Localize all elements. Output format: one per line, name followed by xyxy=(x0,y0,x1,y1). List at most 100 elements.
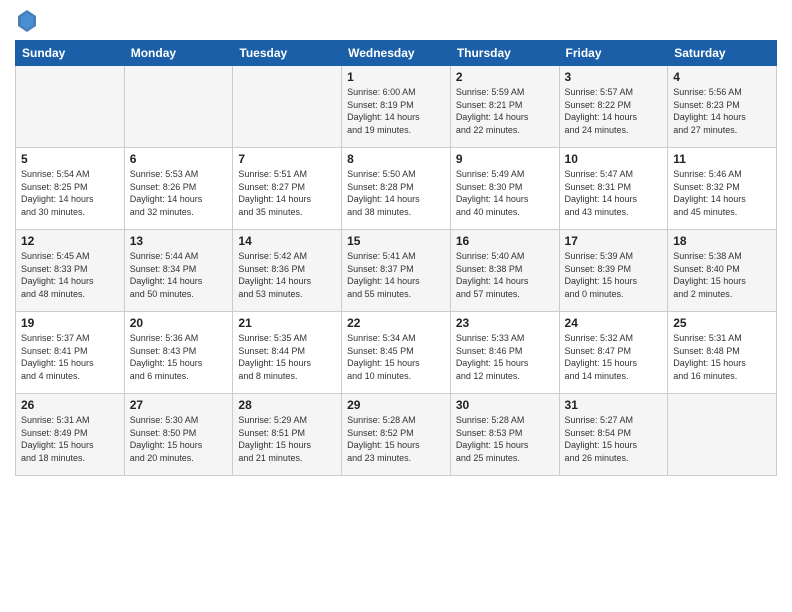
calendar-week-row: 5 Sunrise: 5:54 AM Sunset: 8:25 PM Daylig… xyxy=(16,148,777,230)
calendar-cell: 3 Sunrise: 5:57 AM Sunset: 8:22 PM Daylig… xyxy=(559,66,668,148)
day-number: 12 xyxy=(21,234,119,248)
day-number: 16 xyxy=(456,234,554,248)
calendar-cell: 14 Sunrise: 5:42 AM Sunset: 8:36 PM Dayli… xyxy=(233,230,342,312)
calendar-cell: 13 Sunrise: 5:44 AM Sunset: 8:34 PM Dayli… xyxy=(124,230,233,312)
day-info: Sunrise: 5:31 AM Sunset: 8:49 PM Dayligh… xyxy=(21,414,119,464)
day-header-wednesday: Wednesday xyxy=(342,41,451,66)
day-info: Sunrise: 5:30 AM Sunset: 8:50 PM Dayligh… xyxy=(130,414,228,464)
day-info: Sunrise: 5:56 AM Sunset: 8:23 PM Dayligh… xyxy=(673,86,771,136)
day-info: Sunrise: 5:36 AM Sunset: 8:43 PM Dayligh… xyxy=(130,332,228,382)
day-number: 19 xyxy=(21,316,119,330)
day-number: 24 xyxy=(565,316,663,330)
day-number: 8 xyxy=(347,152,445,166)
day-info: Sunrise: 5:42 AM Sunset: 8:36 PM Dayligh… xyxy=(238,250,336,300)
calendar-cell: 25 Sunrise: 5:31 AM Sunset: 8:48 PM Dayli… xyxy=(668,312,777,394)
calendar-cell: 11 Sunrise: 5:46 AM Sunset: 8:32 PM Dayli… xyxy=(668,148,777,230)
calendar-cell: 22 Sunrise: 5:34 AM Sunset: 8:45 PM Dayli… xyxy=(342,312,451,394)
day-info: Sunrise: 5:57 AM Sunset: 8:22 PM Dayligh… xyxy=(565,86,663,136)
day-info: Sunrise: 5:32 AM Sunset: 8:47 PM Dayligh… xyxy=(565,332,663,382)
day-number: 7 xyxy=(238,152,336,166)
calendar-cell: 30 Sunrise: 5:28 AM Sunset: 8:53 PM Dayli… xyxy=(450,394,559,476)
calendar-cell: 18Sunrise: 5:38 AM Sunset: 8:40 PM Dayli… xyxy=(668,230,777,312)
calendar-week-row: 1Sunrise: 6:00 AM Sunset: 8:19 PM Daylig… xyxy=(16,66,777,148)
day-number: 4 xyxy=(673,70,771,84)
calendar-cell: 9 Sunrise: 5:49 AM Sunset: 8:30 PM Daylig… xyxy=(450,148,559,230)
day-info: Sunrise: 5:54 AM Sunset: 8:25 PM Dayligh… xyxy=(21,168,119,218)
calendar-week-row: 26 Sunrise: 5:31 AM Sunset: 8:49 PM Dayli… xyxy=(16,394,777,476)
day-number: 10 xyxy=(565,152,663,166)
calendar-cell: 21 Sunrise: 5:35 AM Sunset: 8:44 PM Dayli… xyxy=(233,312,342,394)
day-header-monday: Monday xyxy=(124,41,233,66)
logo-icon xyxy=(18,10,36,32)
day-info: Sunrise: 5:44 AM Sunset: 8:34 PM Dayligh… xyxy=(130,250,228,300)
day-info: Sunrise: 6:00 AM Sunset: 8:19 PM Dayligh… xyxy=(347,86,445,136)
day-number: 3 xyxy=(565,70,663,84)
day-number: 15 xyxy=(347,234,445,248)
calendar-cell: 10Sunrise: 5:47 AM Sunset: 8:31 PM Dayli… xyxy=(559,148,668,230)
calendar-cell: 7Sunrise: 5:51 AM Sunset: 8:27 PM Daylig… xyxy=(233,148,342,230)
day-number: 29 xyxy=(347,398,445,412)
calendar-cell: 12 Sunrise: 5:45 AM Sunset: 8:33 PM Dayli… xyxy=(16,230,125,312)
day-number: 13 xyxy=(130,234,228,248)
calendar-cell: 27 Sunrise: 5:30 AM Sunset: 8:50 PM Dayli… xyxy=(124,394,233,476)
calendar-cell xyxy=(668,394,777,476)
day-info: Sunrise: 5:41 AM Sunset: 8:37 PM Dayligh… xyxy=(347,250,445,300)
day-info: Sunrise: 5:35 AM Sunset: 8:44 PM Dayligh… xyxy=(238,332,336,382)
day-header-sunday: Sunday xyxy=(16,41,125,66)
day-info: Sunrise: 5:34 AM Sunset: 8:45 PM Dayligh… xyxy=(347,332,445,382)
calendar-cell: 15 Sunrise: 5:41 AM Sunset: 8:37 PM Dayli… xyxy=(342,230,451,312)
day-number: 28 xyxy=(238,398,336,412)
calendar-header-row: SundayMondayTuesdayWednesdayThursdayFrid… xyxy=(16,41,777,66)
day-header-saturday: Saturday xyxy=(668,41,777,66)
calendar-cell: 29Sunrise: 5:28 AM Sunset: 8:52 PM Dayli… xyxy=(342,394,451,476)
day-number: 25 xyxy=(673,316,771,330)
calendar-cell: 17 Sunrise: 5:39 AM Sunset: 8:39 PM Dayli… xyxy=(559,230,668,312)
day-number: 5 xyxy=(21,152,119,166)
day-info: Sunrise: 5:28 AM Sunset: 8:53 PM Dayligh… xyxy=(456,414,554,464)
day-number: 11 xyxy=(673,152,771,166)
calendar-cell: 2 Sunrise: 5:59 AM Sunset: 8:21 PM Daylig… xyxy=(450,66,559,148)
calendar-cell: 23 Sunrise: 5:33 AM Sunset: 8:46 PM Dayli… xyxy=(450,312,559,394)
day-number: 6 xyxy=(130,152,228,166)
calendar-cell: 5 Sunrise: 5:54 AM Sunset: 8:25 PM Daylig… xyxy=(16,148,125,230)
day-number: 27 xyxy=(130,398,228,412)
day-number: 14 xyxy=(238,234,336,248)
day-number: 30 xyxy=(456,398,554,412)
day-info: Sunrise: 5:59 AM Sunset: 8:21 PM Dayligh… xyxy=(456,86,554,136)
day-number: 17 xyxy=(565,234,663,248)
calendar-cell: 28Sunrise: 5:29 AM Sunset: 8:51 PM Dayli… xyxy=(233,394,342,476)
day-info: Sunrise: 5:37 AM Sunset: 8:41 PM Dayligh… xyxy=(21,332,119,382)
day-number: 20 xyxy=(130,316,228,330)
calendar-cell: 19 Sunrise: 5:37 AM Sunset: 8:41 PM Dayli… xyxy=(16,312,125,394)
day-info: Sunrise: 5:39 AM Sunset: 8:39 PM Dayligh… xyxy=(565,250,663,300)
calendar-cell: 31Sunrise: 5:27 AM Sunset: 8:54 PM Dayli… xyxy=(559,394,668,476)
calendar-cell xyxy=(233,66,342,148)
calendar-cell: 20 Sunrise: 5:36 AM Sunset: 8:43 PM Dayli… xyxy=(124,312,233,394)
calendar-cell: 4 Sunrise: 5:56 AM Sunset: 8:23 PM Daylig… xyxy=(668,66,777,148)
day-info: Sunrise: 5:45 AM Sunset: 8:33 PM Dayligh… xyxy=(21,250,119,300)
logo xyxy=(15,10,36,32)
day-number: 31 xyxy=(565,398,663,412)
day-number: 26 xyxy=(21,398,119,412)
calendar-table: SundayMondayTuesdayWednesdayThursdayFrid… xyxy=(15,40,777,476)
day-info: Sunrise: 5:46 AM Sunset: 8:32 PM Dayligh… xyxy=(673,168,771,218)
calendar-cell: 6 Sunrise: 5:53 AM Sunset: 8:26 PM Daylig… xyxy=(124,148,233,230)
day-info: Sunrise: 5:38 AM Sunset: 8:40 PM Dayligh… xyxy=(673,250,771,300)
day-info: Sunrise: 5:40 AM Sunset: 8:38 PM Dayligh… xyxy=(456,250,554,300)
day-number: 21 xyxy=(238,316,336,330)
day-info: Sunrise: 5:49 AM Sunset: 8:30 PM Dayligh… xyxy=(456,168,554,218)
day-info: Sunrise: 5:31 AM Sunset: 8:48 PM Dayligh… xyxy=(673,332,771,382)
calendar-cell: 26 Sunrise: 5:31 AM Sunset: 8:49 PM Dayli… xyxy=(16,394,125,476)
calendar-cell: 24 Sunrise: 5:32 AM Sunset: 8:47 PM Dayli… xyxy=(559,312,668,394)
day-number: 2 xyxy=(456,70,554,84)
day-info: Sunrise: 5:33 AM Sunset: 8:46 PM Dayligh… xyxy=(456,332,554,382)
calendar-cell xyxy=(124,66,233,148)
calendar-week-row: 19 Sunrise: 5:37 AM Sunset: 8:41 PM Dayli… xyxy=(16,312,777,394)
day-number: 22 xyxy=(347,316,445,330)
day-number: 23 xyxy=(456,316,554,330)
calendar-cell xyxy=(16,66,125,148)
day-header-friday: Friday xyxy=(559,41,668,66)
day-info: Sunrise: 5:53 AM Sunset: 8:26 PM Dayligh… xyxy=(130,168,228,218)
day-number: 9 xyxy=(456,152,554,166)
day-header-thursday: Thursday xyxy=(450,41,559,66)
